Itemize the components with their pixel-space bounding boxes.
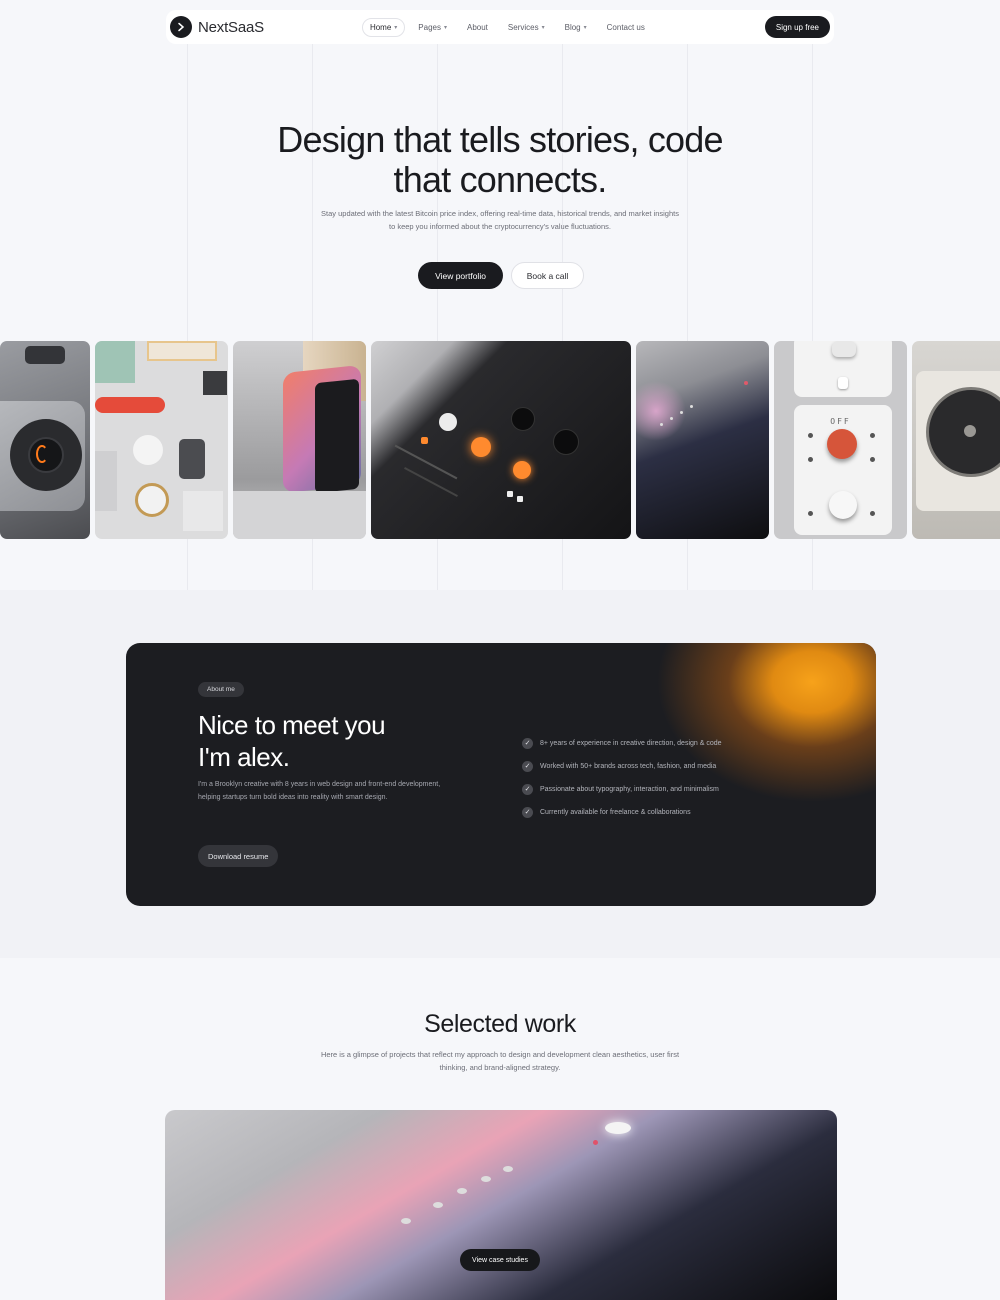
case-study-image[interactable] xyxy=(165,1110,837,1300)
gallery-image-synth[interactable] xyxy=(371,341,631,539)
hero-subtitle: Stay updated with the latest Bitcoin pri… xyxy=(321,209,679,231)
list-item: ✓ Worked with 50+ brands across tech, fas… xyxy=(522,755,722,778)
chevron-down-icon: ▾ xyxy=(541,24,545,31)
nav-item-about[interactable]: About xyxy=(460,19,495,36)
gallery-image-flatlay[interactable] xyxy=(95,341,228,539)
off-label: OFF xyxy=(830,417,851,426)
logo-arrow-icon xyxy=(170,16,192,38)
nav-item-home[interactable]: Home ▾ xyxy=(361,17,406,37)
list-item: ✓ Currently available for freelance & col… xyxy=(522,801,722,824)
nav-item-blog[interactable]: Blog ▾ xyxy=(558,19,594,36)
book-call-button[interactable]: Book a call xyxy=(511,262,584,289)
gallery-image-panels[interactable]: OFF xyxy=(774,341,907,539)
download-resume-button[interactable]: Download resume xyxy=(198,845,279,867)
hero-title-line-2: that connects. xyxy=(393,159,608,200)
about-title-line-2: I'm alex. xyxy=(198,742,290,772)
image-gallery: OFF xyxy=(0,341,1000,539)
about-description: I'm a Brooklyn creative with 8 years in … xyxy=(198,781,441,801)
selected-work-title: Selected work xyxy=(424,1010,576,1038)
gallery-image-turntable[interactable] xyxy=(912,341,1000,539)
check-icon: ✓ xyxy=(522,784,533,795)
main-menu: Home ▾ Pages ▾ About Services ▾ Blog ▾ Conta… xyxy=(361,17,652,37)
hero-title-line-1: Design that tells stories, code xyxy=(277,119,723,160)
about-badge: About me xyxy=(198,682,244,697)
list-item: ✓ Passionate about typography, interactio… xyxy=(522,778,722,801)
signup-button[interactable]: Sign up free xyxy=(764,16,830,38)
logo[interactable]: NextSaaS xyxy=(170,16,264,38)
gallery-image-camera[interactable] xyxy=(0,341,90,539)
about-title: Nice to meet you I'm alex. xyxy=(198,709,478,773)
logo-text: NextSaaS xyxy=(198,18,264,36)
about-title-line-1: Nice to meet you xyxy=(198,710,386,740)
nav-item-pages[interactable]: Pages ▾ xyxy=(411,19,454,36)
chevron-down-icon: ▾ xyxy=(583,24,587,31)
nav-item-services[interactable]: Services ▾ xyxy=(501,19,552,36)
about-facts-list: ✓ 8+ years of experience in creative dire… xyxy=(522,732,722,824)
chevron-down-icon: ▾ xyxy=(443,24,447,31)
selected-work-subtitle: Here is a glimpse of projects that refle… xyxy=(320,1050,680,1072)
check-icon: ✓ xyxy=(522,807,533,818)
chevron-down-icon: ▾ xyxy=(394,24,398,31)
view-portfolio-button[interactable]: View portfolio xyxy=(418,262,503,289)
gallery-image-screen[interactable] xyxy=(233,341,366,539)
check-icon: ✓ xyxy=(522,738,533,749)
hero-title: Design that tells stories, code that con… xyxy=(0,120,1000,200)
list-item: ✓ 8+ years of experience in creative dire… xyxy=(522,732,722,755)
top-navbar: NextSaaS Home ▾ Pages ▾ About Services ▾ Bl… xyxy=(166,10,834,44)
view-case-studies-button[interactable]: View case studies xyxy=(460,1249,540,1271)
nav-item-contact[interactable]: Contact us xyxy=(600,19,652,36)
about-card: About me Nice to meet you I'm alex. I'm … xyxy=(126,643,876,906)
gallery-image-slab[interactable] xyxy=(636,341,769,539)
check-icon: ✓ xyxy=(522,761,533,772)
